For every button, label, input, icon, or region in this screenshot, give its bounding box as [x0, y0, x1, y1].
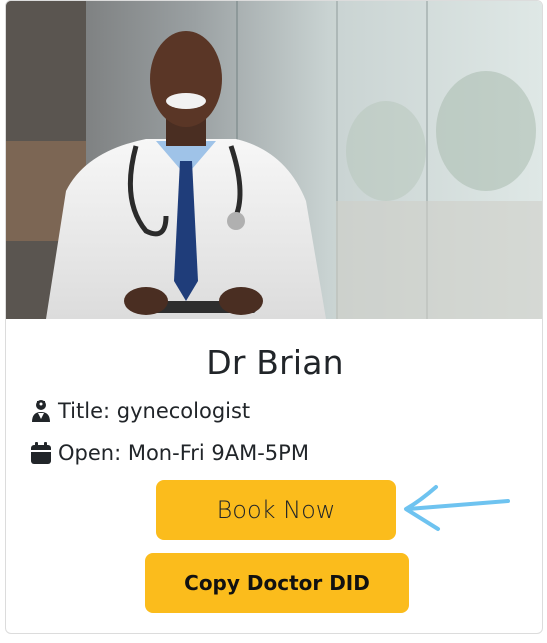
doctor-card: Dr Brian Title: gynecologist Open: Mon-F… — [5, 0, 543, 634]
user-doctor-icon — [30, 399, 52, 423]
doctor-name: Dr Brian — [206, 343, 344, 382]
doctor-open-row: Open: Mon-Fri 9AM-5PM — [30, 441, 309, 465]
copy-doctor-did-button[interactable]: Copy Doctor DID — [145, 553, 409, 613]
doctor-open-text: Open: Mon-Fri 9AM-5PM — [58, 441, 309, 465]
doctor-photo — [6, 1, 542, 319]
book-now-button[interactable]: Book Now — [156, 480, 396, 540]
doctor-title-row: Title: gynecologist — [30, 399, 250, 423]
calendar-icon — [30, 441, 52, 465]
arrow-left-annotation — [404, 485, 510, 531]
doctor-title-text: Title: gynecologist — [58, 399, 251, 423]
